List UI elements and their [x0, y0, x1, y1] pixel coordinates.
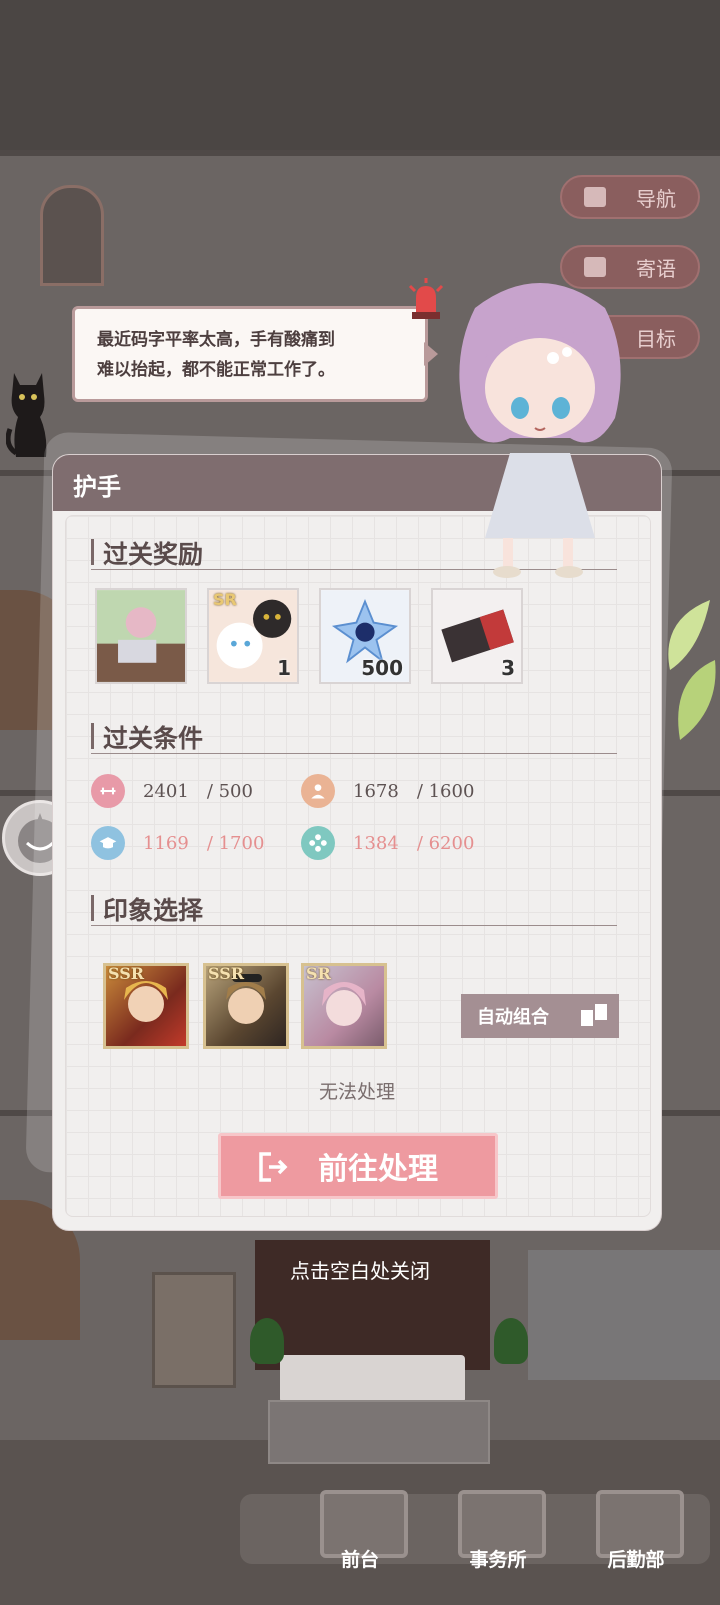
- status-text: 无法处理: [318, 1081, 395, 1103]
- enter-icon: [259, 1152, 288, 1182]
- condition-charm: 1678 / 1600: [301, 774, 474, 808]
- reward-count: 500: [361, 656, 403, 680]
- condition-knowledge: 1169 / 1700: [91, 826, 264, 860]
- impression-card[interactable]: SR: [301, 963, 387, 1049]
- condition-target: / 1700: [206, 832, 265, 854]
- map-icon: [584, 187, 606, 207]
- condition-current: 1678: [353, 780, 399, 802]
- leaf-decoration-icon: [668, 600, 716, 740]
- reward-crystal[interactable]: 500: [319, 588, 411, 684]
- plant: [494, 1318, 528, 1364]
- ssr-badge: SSR: [208, 964, 245, 983]
- story-illustration-icon: [97, 590, 185, 682]
- reward-ticket[interactable]: 3: [431, 588, 523, 684]
- section-divider: [91, 925, 617, 926]
- panel-title: 护手: [73, 473, 121, 501]
- condition-current: 1169: [143, 832, 189, 854]
- section-marker: [91, 539, 94, 565]
- sr-badge: SR: [306, 964, 331, 983]
- background-top: [0, 0, 720, 150]
- auto-combine-button[interactable]: 自动组合: [461, 994, 619, 1038]
- speech-line-1: 最近码字平率太高，手有酸痛到: [97, 330, 335, 350]
- section-divider: [91, 753, 617, 754]
- graduation-icon: [91, 826, 125, 860]
- condition-target: / 1600: [416, 780, 475, 802]
- condition-current: 2401: [143, 780, 189, 802]
- condition-creativity: 1384 / 6200: [301, 826, 474, 860]
- conditions-title: 过关条件: [103, 724, 204, 753]
- condition-target: / 6200: [416, 832, 475, 854]
- elevator: [152, 1272, 236, 1388]
- chibi-character: [459, 283, 621, 578]
- condition-current: 1384: [353, 832, 399, 854]
- reward-story-card[interactable]: [95, 588, 187, 684]
- speech-bubble-tail: [424, 342, 438, 366]
- plant: [250, 1318, 284, 1364]
- section-marker: [91, 895, 94, 921]
- nav-office[interactable]: 事务所: [428, 1482, 568, 1582]
- nav-reception[interactable]: 前台: [290, 1482, 430, 1582]
- section-marker: [91, 723, 94, 749]
- person-icon: [301, 774, 335, 808]
- condition-target: / 500: [206, 780, 253, 802]
- cards-icon: [579, 1002, 609, 1030]
- impressions-title: 印象选择: [103, 896, 204, 925]
- nav-button[interactable]: 导航: [560, 175, 700, 219]
- strength-icon: [91, 774, 125, 808]
- sr-badge: SR: [213, 590, 237, 609]
- arched-window: [40, 185, 104, 286]
- alarm-siren-icon: [408, 278, 444, 319]
- condition-strength: 2401 / 500: [91, 774, 253, 808]
- speech-line-2: 难以抬起，都不能正常工作了。: [97, 360, 335, 380]
- go-handle-button[interactable]: 前往处理: [218, 1133, 498, 1199]
- floor-divider: [0, 150, 720, 156]
- flower-icon: [301, 826, 335, 860]
- ssr-badge: SSR: [108, 964, 145, 983]
- reception-desk: [280, 1355, 465, 1403]
- impression-card[interactable]: SSR: [203, 963, 289, 1049]
- impression-card[interactable]: SSR: [103, 963, 189, 1049]
- reward-sr-card[interactable]: SR 1: [207, 588, 299, 684]
- close-hint: 点击空白处关闭: [290, 1259, 430, 1283]
- reward-count: 3: [501, 656, 515, 680]
- nav-logistics[interactable]: 后勤部: [566, 1482, 706, 1582]
- reward-count: 1: [277, 656, 291, 680]
- rewards-title: 过关奖励: [103, 540, 204, 569]
- rug: [268, 1400, 490, 1464]
- speech-bubble: 最近码字平率太高，手有酸痛到 难以抬起，都不能正常工作了。: [72, 306, 428, 402]
